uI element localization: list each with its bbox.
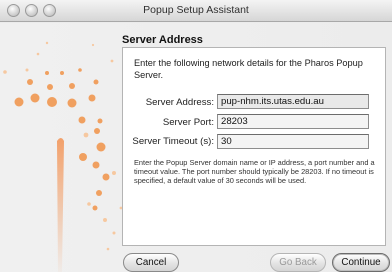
title-bar: Popup Setup Assistant <box>0 0 392 22</box>
go-back-button[interactable]: Go Back <box>270 253 326 272</box>
server-timeout-label: Server Timeout (s): <box>132 136 214 147</box>
server-address-label: Server Address: <box>145 97 214 108</box>
intro-text: Enter the following network details for … <box>134 58 363 80</box>
section-heading: Server Address <box>122 34 203 46</box>
server-address-field[interactable]: pup-nhm.its.utas.edu.au <box>217 94 369 109</box>
decorative-dots-artwork <box>3 41 123 272</box>
window-title: Popup Setup Assistant <box>143 4 249 16</box>
server-timeout-field[interactable]: 30 <box>217 134 369 149</box>
help-text: Enter the Popup Server domain name or IP… <box>134 158 375 185</box>
server-port-label: Server Port: <box>162 117 214 128</box>
cancel-button[interactable]: Cancel <box>123 253 179 272</box>
setup-window: Popup Setup Assistant Server Address Ent… <box>0 0 392 272</box>
server-port-field[interactable]: 28203 <box>217 114 369 129</box>
settings-panel: Enter the following network details for … <box>122 47 386 246</box>
continue-button[interactable]: Continue <box>332 253 390 272</box>
